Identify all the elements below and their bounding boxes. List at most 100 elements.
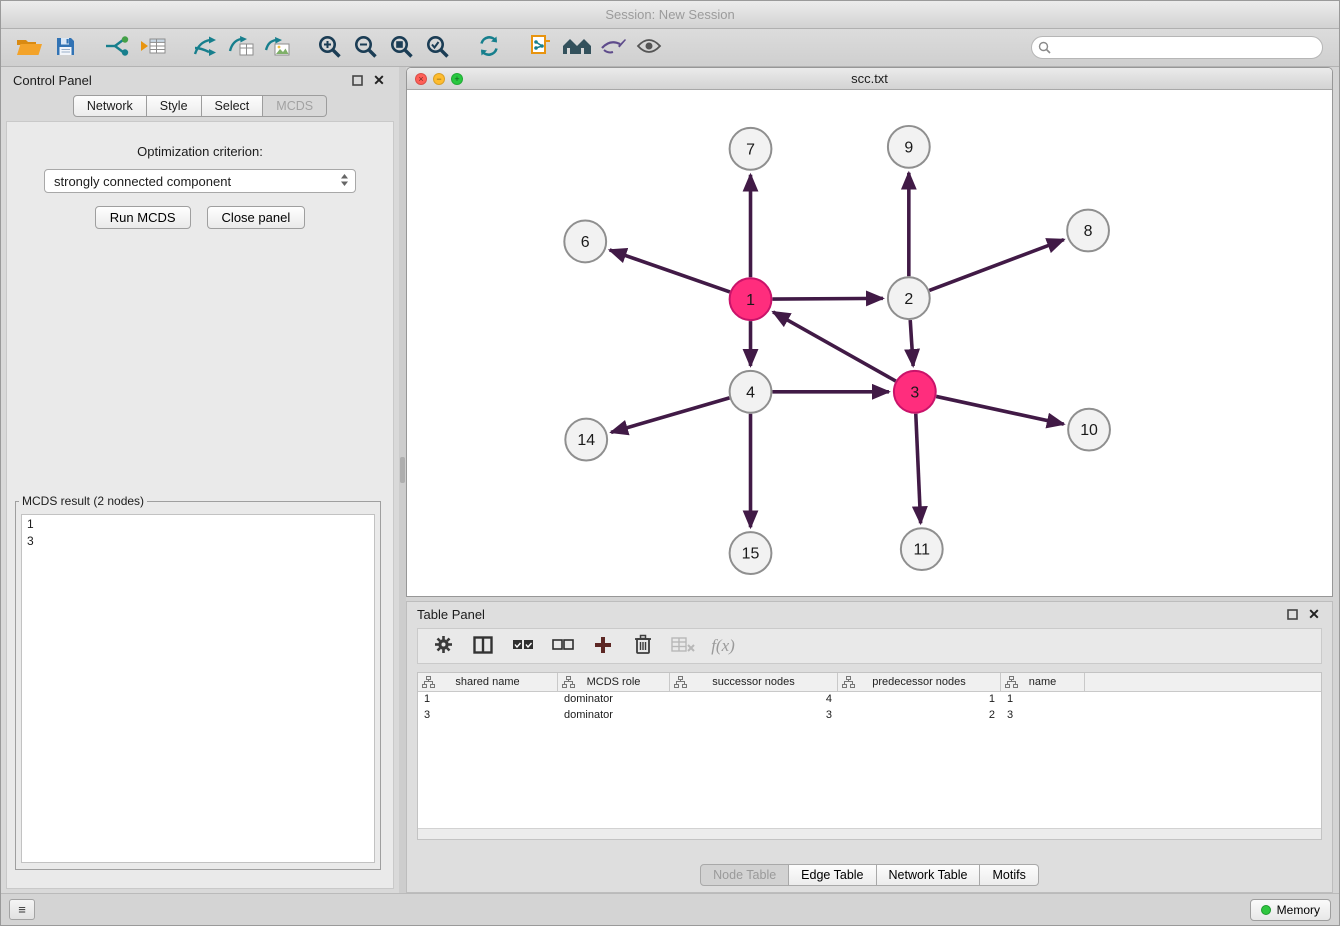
table-cell[interactable]: 3 — [1001, 708, 1085, 724]
float-table-panel-icon[interactable] — [1284, 606, 1300, 622]
table-cell[interactable]: 1 — [838, 692, 1001, 708]
new-network-view-button[interactable] — [187, 32, 223, 64]
show-columns-button[interactable] — [468, 631, 498, 661]
network-node-8[interactable]: 8 — [1067, 210, 1109, 252]
network-canvas[interactable]: 7 9 6 8 1 2 4 3 14 10 15 11 — [407, 90, 1332, 596]
tab-network[interactable]: Network — [73, 95, 147, 117]
network-node-11[interactable]: 11 — [901, 528, 943, 570]
network-edge-3-10[interactable] — [936, 396, 1064, 424]
node-label: 8 — [1084, 223, 1093, 240]
close-panel-button[interactable]: Close panel — [207, 206, 306, 229]
network-window-titlebar[interactable]: × − + scc.txt — [407, 68, 1332, 90]
column-header[interactable]: predecessor nodes — [838, 673, 1001, 691]
close-table-panel-icon[interactable]: ✕ — [1306, 606, 1322, 622]
network-node-4[interactable]: 4 — [730, 371, 772, 413]
network-node-3[interactable]: 3 — [894, 371, 936, 413]
import-network-button[interactable] — [99, 32, 135, 64]
optimization-criterion-label: Optimization criterion: — [7, 144, 393, 159]
tab-edge-table[interactable]: Edge Table — [789, 864, 876, 886]
tab-select[interactable]: Select — [202, 95, 264, 117]
criterion-dropdown[interactable]: strongly connected component — [44, 169, 356, 193]
network-node-14[interactable]: 14 — [565, 419, 607, 461]
table-cell[interactable]: 2 — [838, 708, 1001, 724]
maximize-window-icon[interactable]: + — [451, 73, 463, 85]
close-window-icon[interactable]: × — [415, 73, 427, 85]
show-hide-button[interactable] — [631, 32, 667, 64]
table-cell[interactable]: dominator — [558, 708, 670, 724]
close-panel-icon[interactable]: ✕ — [371, 72, 387, 88]
network-node-9[interactable]: 9 — [888, 126, 930, 168]
table-cell[interactable]: dominator — [558, 692, 670, 708]
zoom-out-button[interactable] — [347, 32, 383, 64]
import-table-button[interactable] — [135, 32, 171, 64]
zoom-selected-icon — [425, 34, 450, 62]
table-cell[interactable]: 1 — [1001, 692, 1085, 708]
control-panel-header: Control Panel ✕ — [1, 67, 399, 93]
refresh-layout-button[interactable] — [471, 32, 507, 64]
function-builder-button[interactable]: f(x) — [708, 631, 738, 661]
memory-button[interactable]: Memory — [1250, 899, 1331, 921]
network-edge-2-8[interactable] — [929, 240, 1064, 291]
splitter-handle-icon[interactable] — [400, 457, 405, 483]
node-table: shared nameMCDS rolesuccessor nodesprede… — [417, 672, 1322, 840]
search-input[interactable] — [1031, 36, 1323, 59]
home-button[interactable] — [559, 32, 595, 64]
tab-network-table[interactable]: Network Table — [877, 864, 981, 886]
network-node-10[interactable]: 10 — [1068, 409, 1110, 451]
table-cell[interactable]: 3 — [418, 708, 558, 724]
table-cell[interactable]: 3 — [670, 708, 838, 724]
table-row[interactable]: 1dominator411 — [418, 692, 1321, 708]
network-node-6[interactable]: 6 — [564, 221, 606, 263]
traffic-lights: × − + — [415, 73, 463, 85]
panel-splitter[interactable] — [399, 67, 406, 893]
table-row[interactable]: 3dominator323 — [418, 708, 1321, 724]
export-image-button[interactable] — [259, 32, 295, 64]
column-header[interactable]: MCDS role — [558, 673, 670, 691]
open-session-button[interactable] — [11, 32, 47, 64]
delete-table-button[interactable] — [668, 631, 698, 661]
trash-icon — [634, 634, 652, 658]
tab-mcds[interactable]: MCDS — [263, 95, 327, 117]
network-edge-3-11[interactable] — [916, 414, 921, 524]
delete-column-button[interactable] — [628, 631, 658, 661]
table-settings-button[interactable] — [428, 631, 458, 661]
gear-icon — [434, 635, 453, 657]
style-brush-button[interactable] — [595, 32, 631, 64]
tab-style[interactable]: Style — [147, 95, 202, 117]
mcds-result-text[interactable]: 13 — [21, 514, 375, 863]
network-edge-3-1[interactable] — [773, 312, 896, 381]
column-header[interactable]: shared name — [418, 673, 558, 691]
add-column-button[interactable] — [588, 631, 618, 661]
zoom-fit-button[interactable] — [383, 32, 419, 64]
network-edge-2-3[interactable] — [910, 320, 913, 366]
export-table-button[interactable] — [223, 32, 259, 64]
table-cell[interactable]: 1 — [418, 692, 558, 708]
network-node-7[interactable]: 7 — [730, 128, 772, 170]
tab-node-table[interactable]: Node Table — [700, 864, 789, 886]
minimize-window-icon[interactable]: − — [433, 73, 445, 85]
task-history-button[interactable]: ≡ — [9, 899, 35, 920]
network-node-2[interactable]: 2 — [888, 277, 930, 319]
tab-motifs[interactable]: Motifs — [980, 864, 1038, 886]
network-node-1[interactable]: 1 — [730, 278, 772, 320]
table-horizontal-scrollbar[interactable] — [418, 828, 1321, 839]
zoom-in-button[interactable] — [311, 32, 347, 64]
network-edge-4-14[interactable] — [611, 398, 729, 432]
zoom-selected-button[interactable] — [419, 32, 455, 64]
float-panel-icon[interactable] — [349, 72, 365, 88]
save-session-button[interactable] — [47, 32, 83, 64]
network-edge-1-2[interactable] — [772, 298, 883, 299]
window-titlebar: Session: New Session — [1, 1, 1339, 29]
table-cell[interactable]: 4 — [670, 692, 838, 708]
network-node-15[interactable]: 15 — [730, 532, 772, 574]
column-header[interactable]: successor nodes — [670, 673, 838, 691]
run-mcds-button[interactable]: Run MCDS — [95, 206, 191, 229]
select-all-button[interactable] — [508, 631, 538, 661]
column-tree-icon — [842, 676, 855, 691]
memory-status-icon — [1261, 905, 1271, 915]
deselect-all-button[interactable] — [548, 631, 578, 661]
column-tree-icon — [1005, 676, 1018, 691]
copy-network-button[interactable] — [523, 32, 559, 64]
column-header[interactable]: name — [1001, 673, 1085, 691]
network-edge-1-6[interactable] — [610, 250, 730, 292]
